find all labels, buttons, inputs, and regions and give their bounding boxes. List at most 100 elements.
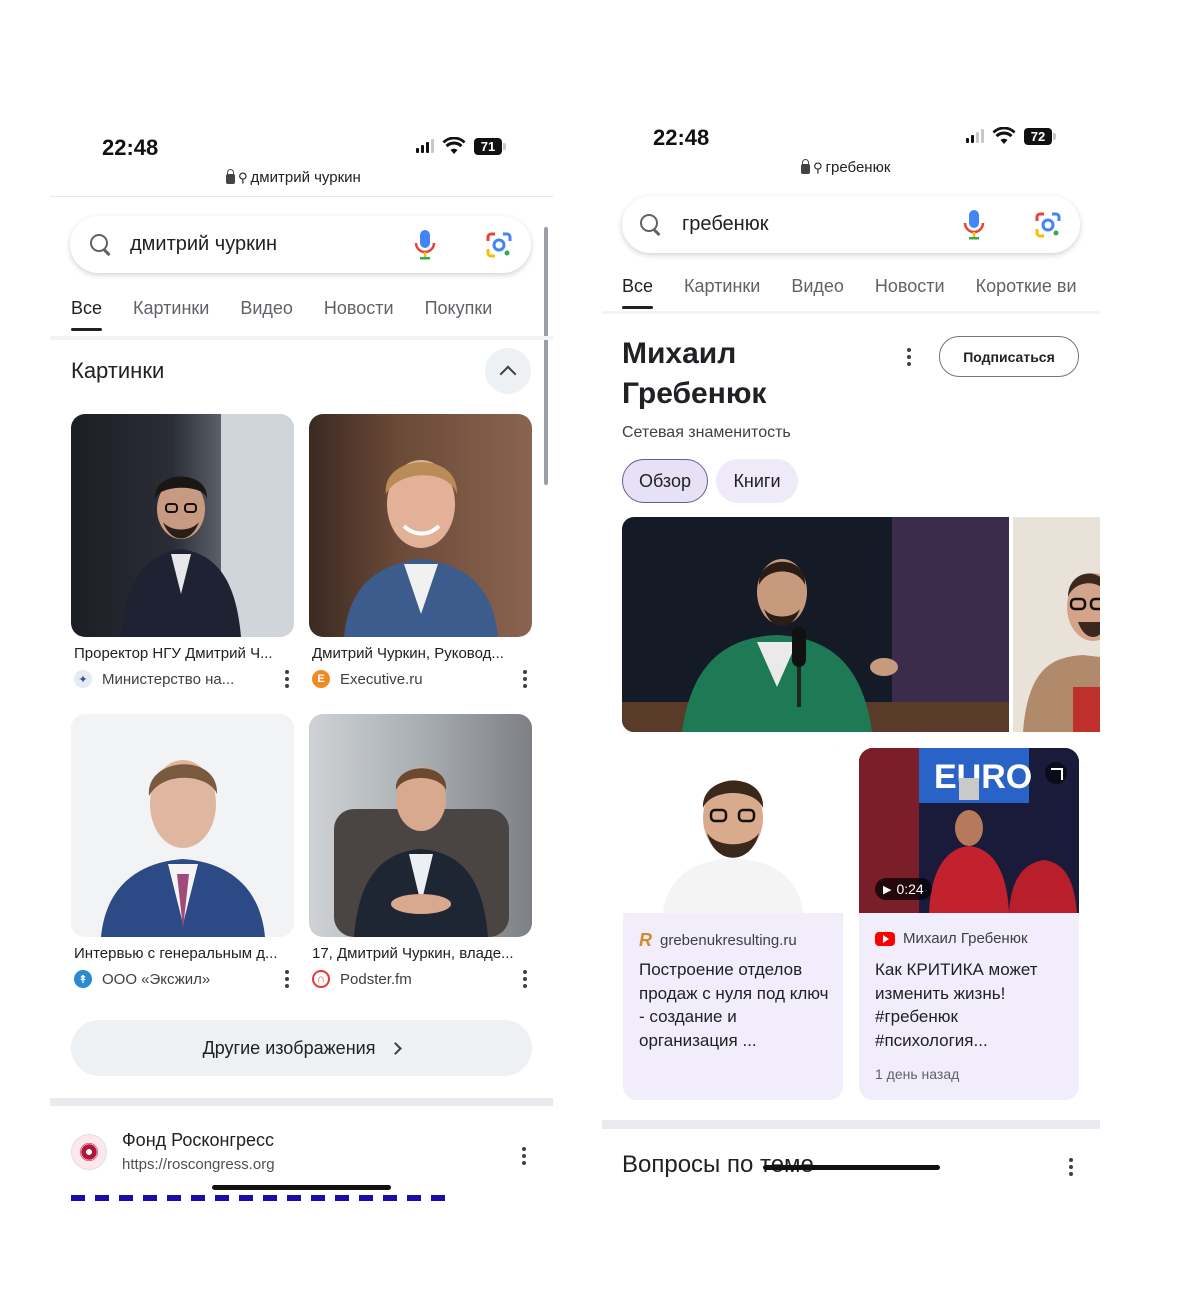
home-indicator[interactable] <box>212 1185 391 1190</box>
site-favicon <box>71 1134 107 1170</box>
person-photo <box>101 760 265 937</box>
google-lens-icon[interactable] <box>1034 211 1062 239</box>
more-options-icon[interactable] <box>902 348 916 366</box>
video-duration-badge: ▶ 0:24 <box>875 878 932 900</box>
person-photo <box>121 414 294 637</box>
more-options-icon[interactable] <box>280 670 294 688</box>
article-card[interactable]: R grebenukresulting.ru Построение отдело… <box>623 748 843 1100</box>
chip-overview[interactable]: Обзор <box>622 459 708 503</box>
tab-news[interactable]: Новости <box>875 276 945 309</box>
video-channel-name: Михаил Гребенюк <box>903 930 1028 947</box>
article-source-name: grebenukresulting.ru <box>660 932 797 949</box>
tab-news[interactable]: Новости <box>324 298 394 331</box>
scrollbar[interactable] <box>544 227 548 485</box>
search-query[interactable]: гребенюк <box>682 213 942 236</box>
video-title[interactable]: Как КРИТИКА может изменить жизнь! #гребе… <box>875 958 1065 1052</box>
image-caption[interactable]: 17, Дмитрий Чуркин, владе... <box>309 945 532 962</box>
image-caption[interactable]: Интервью с генеральным д... <box>71 945 294 962</box>
article-source: R grebenukresulting.ru <box>639 930 797 951</box>
more-images-button[interactable]: Другие изображения <box>71 1020 532 1076</box>
status-time: 22:48 <box>653 125 710 150</box>
entity-name-line1: Михаил <box>622 337 737 370</box>
image-thumbnail[interactable] <box>71 714 294 937</box>
site-logo-icon: R <box>639 930 652 950</box>
image-thumbnail[interactable] <box>309 714 532 937</box>
more-options-icon[interactable] <box>518 670 532 688</box>
entity-name-line2: Гребенюк <box>622 377 767 410</box>
more-options-icon[interactable] <box>280 970 294 988</box>
video-duration: 0:24 <box>896 881 924 897</box>
article-title[interactable]: Построение отделов продаж с нуля под клю… <box>639 958 829 1052</box>
expand-icon[interactable] <box>1045 762 1067 784</box>
status-icons: 72 <box>966 127 1056 145</box>
tab-video[interactable]: Видео <box>240 298 293 331</box>
search-icon <box>90 233 112 256</box>
video-card[interactable]: EURO ▶ 0:24 Михаил Гребенюк Как КРИТИКА … <box>859 748 1079 1100</box>
result-url[interactable]: https://roscongress.org <box>122 1156 275 1173</box>
chevron-right-icon <box>389 1041 403 1055</box>
wifi-icon <box>442 137 466 154</box>
image-result-card[interactable]: Дмитрий Чуркин, Руковод... E Executive.r… <box>309 414 532 688</box>
subscribe-button[interactable]: Подписаться <box>939 336 1079 377</box>
image-caption[interactable]: Проректор НГУ Дмитрий Ч... <box>71 645 294 662</box>
podcast-photo <box>622 517 1009 732</box>
address-bar[interactable]: ⚲ гребенюк <box>801 159 890 176</box>
search-box[interactable]: дмитрий чуркин <box>70 216 531 273</box>
microphone-icon[interactable] <box>962 209 986 241</box>
home-indicator[interactable] <box>763 1165 940 1170</box>
tab-shopping[interactable]: Покупки <box>425 298 493 331</box>
hero-image-secondary[interactable] <box>1013 517 1100 732</box>
search-icon <box>640 213 662 236</box>
cellular-signal-icon <box>966 129 984 143</box>
image-source: E Executive.ru <box>309 670 532 688</box>
tab-all[interactable]: Все <box>622 276 654 309</box>
collapse-button[interactable] <box>485 348 531 394</box>
image-result-card[interactable]: Интервью с генеральным д... ↟ ООО «Эксжи… <box>71 714 294 988</box>
video-thumbnail[interactable]: EURO ▶ 0:24 <box>859 748 1079 913</box>
result-link-cutoff <box>71 1193 451 1202</box>
article-thumbnail <box>623 748 843 913</box>
play-icon: ▶ <box>883 883 892 896</box>
cellular-signal-icon <box>416 139 434 153</box>
more-options-icon[interactable] <box>518 970 532 988</box>
chip-books[interactable]: Книги <box>716 459 798 503</box>
tab-images[interactable]: Картинки <box>684 276 760 309</box>
image-result-card[interactable]: Проректор НГУ Дмитрий Ч... ✦ Министерств… <box>71 414 294 688</box>
search-query[interactable]: дмитрий чуркин <box>130 233 395 256</box>
person-photo <box>344 460 498 637</box>
search-box[interactable]: гребенюк <box>622 196 1080 253</box>
tab-shorts[interactable]: Короткие ви <box>976 276 1077 309</box>
youtube-icon <box>875 931 895 946</box>
image-result-card[interactable]: 17, Дмитрий Чуркин, владе... ∩ Podster.f… <box>309 714 532 988</box>
image-thumbnail[interactable] <box>71 414 294 637</box>
tab-video[interactable]: Видео <box>791 276 844 309</box>
section-divider <box>602 1120 1100 1129</box>
video-source: Михаил Гребенюк <box>875 930 1028 947</box>
tab-images[interactable]: Картинки <box>133 298 209 331</box>
more-options-icon[interactable] <box>1064 1158 1078 1176</box>
image-thumbnail[interactable] <box>309 414 532 637</box>
more-options-icon[interactable] <box>517 1147 531 1165</box>
tabs-divider <box>602 311 1100 314</box>
image-source-name: Министерство на... <box>102 670 235 688</box>
lock-icon <box>801 159 810 174</box>
roscongress-logo-icon <box>80 1143 98 1161</box>
emblem-icon: ✦ <box>74 670 92 688</box>
address-bar[interactable]: ⚲ дмитрий чуркин <box>226 169 361 186</box>
image-caption[interactable]: Дмитрий Чуркин, Руковод... <box>309 645 532 662</box>
video-date: 1 день назад <box>875 1066 960 1082</box>
microphone-icon[interactable] <box>413 229 437 261</box>
google-lens-icon[interactable] <box>485 231 513 259</box>
right-phone-screen: 22:48 72 ⚲ гребенюк гребенюк Все Картинк… <box>602 103 1100 1180</box>
search-tabs: Все Картинки Видео Новости Короткие ви <box>622 276 1077 309</box>
images-section-title: Картинки <box>71 358 165 383</box>
battery-icon: 72 <box>1024 127 1056 145</box>
hero-image[interactable] <box>622 517 1009 732</box>
image-source: ↟ ООО «Эксжил» <box>71 970 294 988</box>
result-site-name[interactable]: Фонд Росконгресс <box>122 1130 274 1151</box>
chevron-up-icon <box>499 365 517 383</box>
tab-all[interactable]: Все <box>71 298 103 331</box>
more-images-label: Другие изображения <box>202 1037 376 1058</box>
status-icons: 71 <box>416 137 506 155</box>
image-source: ∩ Podster.fm <box>309 970 532 988</box>
